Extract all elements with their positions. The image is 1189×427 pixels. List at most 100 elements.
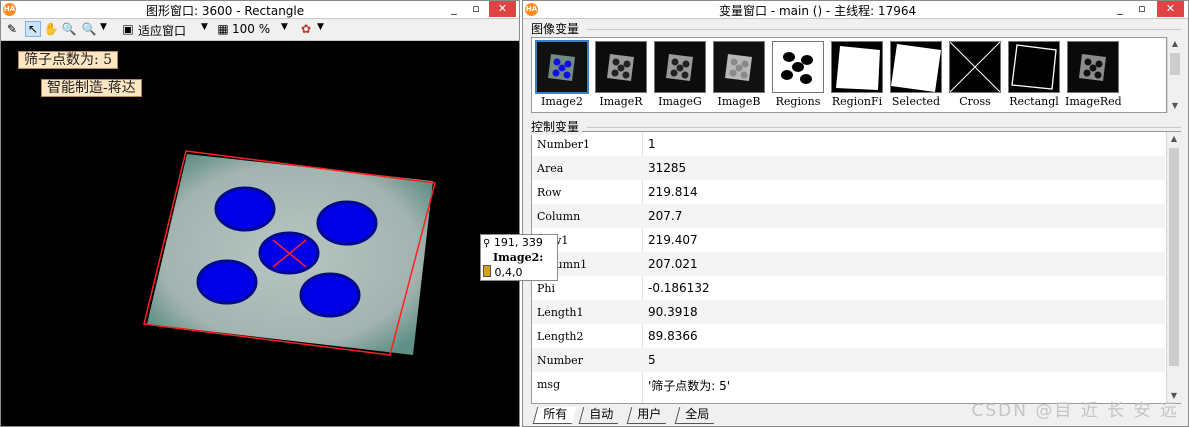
image-variable-rectangl[interactable]: Rectangl [1006, 41, 1062, 111]
control-variable-table: Number1 1 Area 31285 Row 219.814 Column 207.7 Ro… [531, 131, 1181, 404]
image-variable-cross[interactable]: Cross [947, 41, 1003, 111]
rectangle-outline-thumbnail [1008, 41, 1060, 93]
close-button[interactable]: ✕ [489, 1, 516, 17]
display-message-author: 智能制造-蒋达 [41, 79, 142, 97]
image-variable-selected[interactable]: Selected [888, 41, 944, 111]
variable-name: Phi [537, 282, 556, 295]
image-vars-group-label: 图像变量 [531, 20, 583, 37]
image-canvas[interactable]: 筛子点数为: 5 智能制造-蒋达 [1, 41, 519, 426]
variable-value: 219.407 [648, 233, 698, 247]
variable-name: Length2 [537, 330, 584, 343]
pointer-icon[interactable]: ↖ [25, 21, 41, 37]
image-variable-label: ImageRed [1065, 95, 1121, 108]
variable-value: '筛子点数为: 5' [648, 379, 731, 393]
image-variable-label: RegionFi [831, 95, 883, 108]
maximize-button[interactable]: ▫ [1131, 1, 1153, 17]
halcon-logo-icon: HA [3, 3, 16, 16]
gray-value-icon [483, 265, 491, 277]
image-variable-imageb[interactable]: ImageB [711, 41, 767, 111]
image-variable-regions[interactable]: Regions [770, 41, 826, 111]
table-row[interactable]: msg '筛子点数为: 5' [532, 372, 1165, 396]
variable-window-title: 变量窗口 - main () - 主线程: 17964 [719, 4, 917, 18]
variable-name: Area [537, 162, 564, 175]
fit-window-caret[interactable]: ▼ [201, 22, 208, 32]
variable-window-titlebar[interactable]: HA 变量窗口 - main () - 主线程: 17964 _ ▫ ✕ [523, 1, 1188, 19]
image-variable-label: Image2 [541, 95, 583, 108]
variable-value: 207.021 [648, 257, 698, 271]
tooltip-value: 0,4,0 [494, 266, 523, 279]
variable-value: 31285 [648, 161, 687, 175]
zoom-level-caret[interactable]: ▼ [281, 22, 288, 32]
image-variable-imager[interactable]: ImageR [593, 41, 649, 111]
color-palette-icon[interactable]: ✿ [298, 21, 314, 37]
table-row[interactable]: Column 207.7 [532, 204, 1165, 228]
zoom-menu-icon[interactable]: 🔍 [81, 21, 97, 37]
table-row[interactable]: Row 219.814 [532, 180, 1165, 204]
image-variable-regionfi[interactable]: RegionFi [829, 41, 885, 111]
minimize-button[interactable]: _ [1109, 1, 1131, 17]
image-variable-label: Cross [959, 95, 991, 108]
tab-2[interactable]: 用户 [626, 407, 671, 424]
variable-name: Length1 [537, 306, 584, 319]
dice-dot-bottom-right [299, 272, 361, 318]
dots-regions-thumbnail [772, 41, 824, 93]
image-variable-label: Regions [775, 95, 821, 108]
scroll-up-icon[interactable]: ▲ [1168, 37, 1182, 51]
variable-value: 89.8366 [648, 329, 698, 343]
scroll-thumb[interactable] [1170, 53, 1180, 75]
scroll-thumb[interactable] [1169, 148, 1179, 366]
tab-3[interactable]: 全局 [674, 407, 719, 424]
variable-value: 207.7 [648, 209, 683, 223]
image-variable-imagered[interactable]: ImageRed [1065, 41, 1121, 111]
fit-window-dropdown[interactable]: 适应窗口 [138, 22, 186, 39]
dice-dot-top-right [316, 200, 378, 246]
dice-blue-dots-thumbnail [535, 40, 589, 94]
image-strip-scrollbar[interactable]: ▲ ▼ [1167, 37, 1182, 113]
table-row[interactable]: Number1 1 [532, 132, 1165, 156]
variable-name: msg [537, 378, 561, 391]
table-row[interactable]: Length1 90.3918 [532, 300, 1165, 324]
hand-pan-icon[interactable]: ✋ [43, 21, 59, 37]
close-button[interactable]: ✕ [1157, 1, 1184, 17]
graphics-window-titlebar[interactable]: HA 图形窗口: 3600 - Rectangle _ ▫ ✕ [1, 1, 519, 19]
table-row[interactable]: Area 31285 [532, 156, 1165, 180]
maximize-button[interactable]: ▫ [465, 1, 487, 17]
fit-window-icon[interactable]: ▣ [120, 21, 136, 37]
scroll-up-icon[interactable]: ▲ [1167, 132, 1181, 146]
color-dropdown-caret[interactable]: ▼ [317, 22, 324, 32]
table-row[interactable]: Phi -0.186132 [532, 276, 1165, 300]
zoom-dropdown-caret[interactable]: ▼ [100, 22, 107, 32]
dice-dot-bottom-left [196, 259, 258, 305]
zoom-level-dropdown[interactable]: 100 % [232, 22, 270, 36]
zoom-icon[interactable]: 🔍 [61, 21, 77, 37]
image-variable-label: Rectangl [1009, 95, 1059, 108]
minimize-button[interactable]: _ [443, 1, 465, 17]
dice-gray-thumbnail [654, 41, 706, 93]
tab-1[interactable]: 自动 [578, 407, 623, 424]
variable-value: -0.186132 [648, 281, 710, 295]
table-row[interactable]: Length2 89.8366 [532, 324, 1165, 348]
image-variable-image2[interactable]: Image2 [534, 40, 590, 111]
scroll-down-icon[interactable]: ▼ [1168, 99, 1182, 113]
variable-value: 90.3918 [648, 305, 698, 319]
graphics-toolbar: ✎ ↖ ✋ 🔍 🔍 ▼ ▣ 适应窗口 ▼ ▦ 100 % ▼ ✿ ▼ [1, 19, 519, 41]
white-square-thumbnail [831, 41, 883, 93]
variable-name: Row [537, 186, 562, 199]
control-vars-group-label: 控制变量 [531, 118, 583, 135]
table-row[interactable]: Column1 207.021 [532, 252, 1165, 276]
tab-label: 自动 [589, 407, 614, 421]
tab-0[interactable]: 所有 [532, 407, 577, 424]
dice-gray-thumbnail [595, 41, 647, 93]
group-divider [587, 127, 1181, 128]
variable-table-scrollbar[interactable]: ▲ ▼ [1166, 132, 1181, 403]
table-row[interactable]: Number 5 [532, 348, 1165, 372]
variable-value: 1 [648, 137, 656, 151]
graphics-window: HA 图形窗口: 3600 - Rectangle _ ▫ ✕ ✎ ↖ ✋ 🔍 … [0, 0, 520, 427]
tooltip-coords: 191, 339 [493, 236, 543, 249]
table-row[interactable]: Row1219.407 [532, 228, 1165, 252]
edit-icon[interactable]: ✎ [4, 21, 20, 37]
image-variable-imageg[interactable]: ImageG [652, 41, 708, 111]
variable-window: HA 变量窗口 - main () - 主线程: 17964 _ ▫ ✕ 图像变… [522, 0, 1189, 427]
variable-name: Number [537, 354, 583, 367]
dice-light-thumbnail [713, 41, 765, 93]
